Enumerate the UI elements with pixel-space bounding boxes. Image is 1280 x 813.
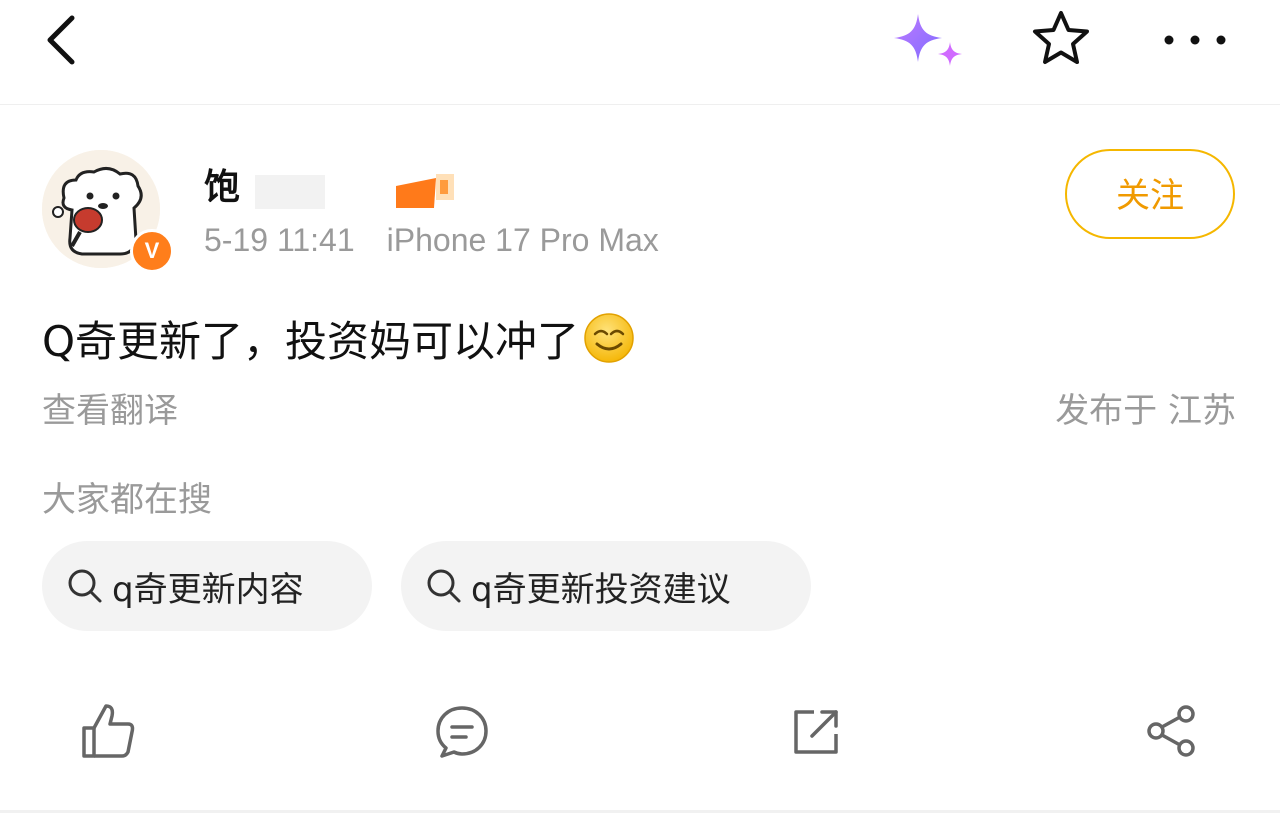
- chevron-left-icon[interactable]: [38, 14, 88, 66]
- search-chip[interactable]: q奇更新投资建议: [401, 541, 811, 631]
- comment-icon[interactable]: [434, 702, 490, 760]
- post-device: iPhone 17 Pro Max: [386, 222, 659, 258]
- star-outline-icon[interactable]: [1030, 8, 1092, 70]
- search-icon: [66, 567, 104, 605]
- trending-search-heading: 大家都在搜: [42, 480, 212, 520]
- member-badge-icon: [396, 170, 458, 208]
- post-text: Q奇更新了，投资妈可以冲了: [42, 317, 580, 366]
- smirk-emoji-icon: [583, 312, 635, 364]
- author-name[interactable]: 饱: [204, 158, 240, 210]
- post-location: 发布于 江苏: [1055, 391, 1236, 431]
- search-chip[interactable]: q奇更新内容: [42, 541, 372, 631]
- sparkle-icon[interactable]: [892, 12, 968, 72]
- post-content: Q奇更新了，投资妈可以冲了: [42, 308, 635, 369]
- verified-badge: V: [130, 229, 174, 273]
- search-chip-label: q奇更新投资建议: [471, 569, 731, 610]
- share-icon[interactable]: [1144, 702, 1200, 760]
- translate-link[interactable]: 查看翻译: [42, 383, 178, 432]
- name-mask: [255, 175, 325, 209]
- post-meta: 5-19 11:41 iPhone 17 Pro Max: [204, 222, 659, 259]
- follow-button[interactable]: 关注: [1065, 149, 1235, 239]
- search-icon: [425, 567, 463, 605]
- more-horizontal-icon[interactable]: [1162, 26, 1228, 54]
- thumbs-up-icon[interactable]: [80, 702, 136, 760]
- repost-icon[interactable]: [788, 702, 844, 760]
- post-time: 5-19 11:41: [204, 222, 355, 258]
- search-chip-label: q奇更新内容: [112, 569, 304, 610]
